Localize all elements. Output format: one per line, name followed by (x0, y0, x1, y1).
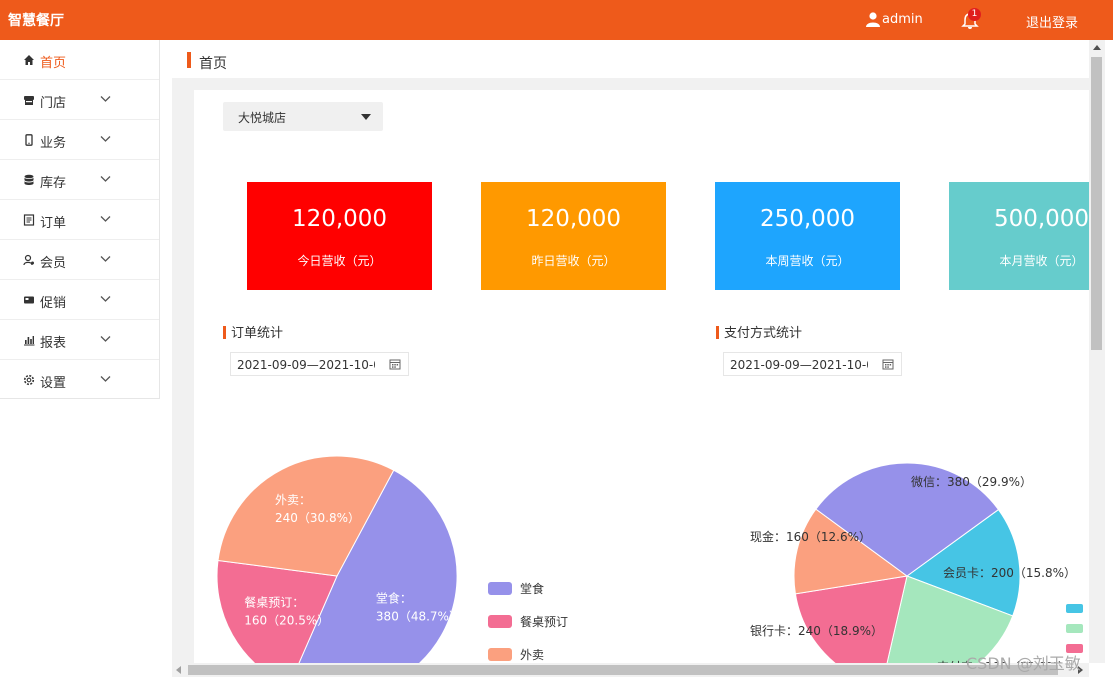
sidebar-item-promotion[interactable]: 促销 (0, 280, 159, 320)
order-stats-title: 订单统计 (223, 322, 283, 341)
order-icon (23, 214, 35, 226)
database-icon (24, 174, 34, 185)
sidebar-item-orders[interactable]: 订单 (0, 200, 159, 240)
slice-label: 现金：160（12.6%） (750, 529, 871, 544)
page-header: 首页 (172, 40, 1089, 78)
slice-label: 银行卡：240（18.9%） (750, 624, 883, 638)
scroll-up-icon[interactable] (1093, 45, 1101, 50)
legend-swatch[interactable] (1066, 604, 1083, 613)
scroll-left-icon[interactable] (176, 666, 181, 674)
payment-stats-title: 支付方式统计 (716, 322, 802, 341)
slice-value-label: 380（48.7%） (376, 609, 461, 623)
sidebar-item-label: 会员 (40, 256, 67, 271)
date-range-value: 2021-09-09—2021-10-09 (237, 358, 375, 372)
store-select[interactable]: 大悦城店 (223, 102, 383, 131)
sidebar-item-label: 订单 (40, 216, 67, 231)
sidebar-item-settings[interactable]: 设置 (0, 360, 159, 400)
chevron-down-icon (100, 296, 111, 302)
legend-swatch[interactable] (488, 648, 512, 661)
report-icon (24, 336, 35, 346)
slice-label: 外卖： (275, 493, 311, 507)
slice-label: 微信：380（29.9%） (911, 475, 1032, 489)
sidebar-item-business[interactable]: 业务 (0, 120, 159, 160)
calendar-icon (389, 359, 401, 370)
payment-date-range-input[interactable]: 2021-09-09—2021-10-09 (723, 352, 902, 376)
chevron-down-icon (100, 96, 111, 102)
scrollbar-thumb[interactable] (1091, 57, 1102, 350)
store-select-value: 大悦城店 (238, 111, 287, 125)
calendar-icon (882, 359, 894, 370)
date-range-value: 2021-09-09—2021-10-09 (730, 358, 868, 372)
watermark: CSDN @刘玉敏 (966, 654, 1081, 673)
card-label: 本月营收（元） (999, 254, 1084, 268)
page-title: 首页 (199, 56, 227, 72)
order-pie-chart: 堂食： 380（48.7%） 餐桌预订： 160（20.5%） 外卖： 240（30.8%… (216, 455, 568, 663)
slice-value-label: 160（20.5%） (244, 614, 329, 628)
sidebar-item-reports[interactable]: 报表 (0, 320, 159, 360)
chevron-down-icon (100, 336, 111, 342)
sidebar-item-label: 促销 (40, 296, 67, 311)
top-bar: 智慧餐厅 admin 1 退出登录 (0, 0, 1113, 40)
card-amount: 120,000 (525, 206, 622, 232)
dashboard-panel: 大悦城店 120,000 今日营收（元） 120,000 昨日营收（元） 250… (194, 90, 1089, 663)
chevron-down-icon (100, 176, 111, 182)
sidebar-item-home[interactable]: 首页 (0, 40, 159, 80)
user-name: admin (882, 12, 923, 27)
legend-label[interactable]: 餐桌预订 (520, 614, 568, 629)
phone-icon (25, 134, 33, 146)
notification-badge: 1 (968, 8, 981, 21)
card-amount: 120,000 (291, 206, 388, 232)
slice-value-label: 240（30.8%） (275, 511, 360, 525)
card-today-revenue: 120,000 今日营收（元） (247, 182, 432, 290)
slice-label: 堂食： (376, 590, 412, 605)
slice-label: 餐桌预订： (244, 595, 304, 610)
horizontal-scrollbar[interactable] (172, 663, 1089, 677)
sidebar-item-label: 报表 (40, 336, 67, 351)
sidebar-item-label: 首页 (40, 56, 67, 71)
card-amount: 500,000 (993, 206, 1089, 232)
sidebar-item-label: 设置 (40, 376, 67, 391)
home-icon (24, 55, 34, 65)
gear-icon (23, 374, 35, 386)
store-icon (24, 96, 34, 105)
sidebar-item-label: 门店 (40, 96, 67, 111)
legend-label[interactable]: 堂食 (520, 581, 544, 596)
payment-pie-chart: 会员卡：200（15.8%）支付宝：290（22.8%）银行卡：240（18.9… (750, 462, 1083, 663)
order-date-range-input[interactable]: 2021-09-09—2021-10-09 (230, 352, 409, 376)
slice-label: 会员卡：200（15.8%） (943, 566, 1076, 580)
legend-swatch[interactable] (1066, 624, 1083, 633)
notification-button[interactable]: 1 (961, 8, 981, 30)
vertical-scrollbar[interactable] (1089, 40, 1105, 663)
sidebar-item-inventory[interactable]: 库存 (0, 160, 159, 200)
chevron-down-icon (100, 256, 111, 262)
chevron-down-icon (100, 376, 111, 382)
legend-label[interactable]: 外卖 (520, 648, 544, 662)
user-icon (866, 12, 880, 27)
card-week-revenue: 250,000 本周营收（元） (715, 182, 900, 290)
logout-link[interactable]: 退出登录 (1026, 12, 1078, 31)
sidebar-item-label: 库存 (40, 176, 67, 191)
sidebar-item-label: 业务 (40, 136, 67, 151)
card-label: 昨日营收（元） (531, 254, 616, 268)
sidebar-item-store[interactable]: 门店 (0, 80, 159, 120)
user-menu[interactable]: admin (866, 12, 923, 27)
sidebar: 首页 门店 业务 库存 订单 会员 促销 报表 设置 (0, 40, 160, 399)
legend-swatch[interactable] (488, 582, 512, 595)
sidebar-item-members[interactable]: 会员 (0, 240, 159, 280)
card-month-revenue: 500,000 本月营收（元） (949, 182, 1089, 290)
chevron-down-icon (100, 136, 111, 142)
scrollbar-thumb[interactable] (188, 665, 1058, 675)
card-yesterday-revenue: 120,000 昨日营收（元） (481, 182, 666, 290)
caret-down-icon (361, 114, 371, 120)
card-label: 今日营收（元） (297, 254, 382, 268)
promotion-icon (24, 296, 34, 304)
page-title-marker (187, 52, 191, 68)
legend-swatch[interactable] (488, 615, 512, 628)
member-icon (23, 254, 34, 266)
main-area: 首页 大悦城店 120,000 今日营收（元） 120,000 昨日营收（元） … (172, 40, 1089, 663)
card-label: 本周营收（元） (765, 254, 850, 268)
app-title: 智慧餐厅 (8, 13, 64, 29)
chevron-down-icon (100, 216, 111, 222)
card-amount: 250,000 (759, 206, 856, 232)
